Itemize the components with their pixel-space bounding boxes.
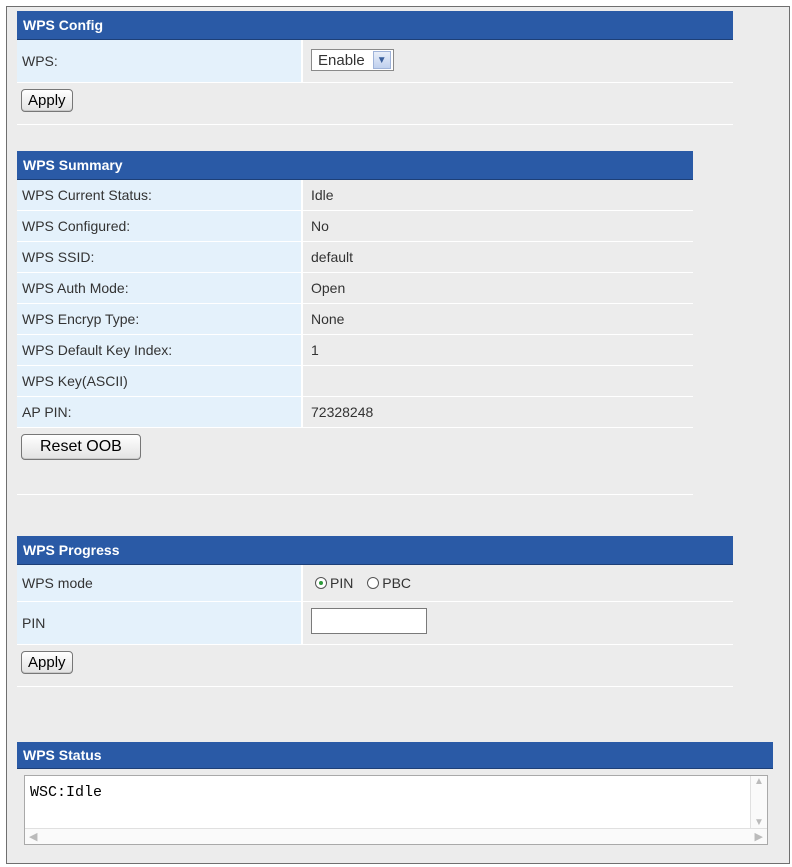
- arrow-right-icon[interactable]: ▶: [755, 830, 763, 843]
- wps-pin-label: PIN: [17, 602, 303, 644]
- wps-summary-row: AP PIN: 72328248: [17, 397, 693, 428]
- wps-enable-select-value: Enable: [318, 51, 365, 69]
- wps-summary-value: [303, 366, 693, 396]
- wps-summary-row: WPS Configured: No: [17, 211, 693, 242]
- wps-summary-value: default: [303, 242, 693, 272]
- wps-progress-apply-button[interactable]: Apply: [21, 651, 73, 674]
- wps-mode-label: WPS mode: [17, 565, 303, 601]
- wps-mode-row: WPS mode PIN PBC: [17, 565, 733, 602]
- wps-enable-row: WPS: Enable ▼: [17, 40, 733, 83]
- wps-mode-radio-pbc[interactable]: PBC: [367, 565, 411, 601]
- wps-progress-button-row: Apply: [17, 645, 733, 687]
- wps-settings-page: WPS Config WPS: Enable ▼ Apply WPS Summa…: [6, 6, 790, 864]
- horizontal-scrollbar[interactable]: ◀ ▶: [25, 828, 767, 844]
- wps-summary-value: None: [303, 304, 693, 334]
- wps-summary-label: WPS Auth Mode:: [17, 273, 303, 303]
- wps-mode-radio-pin[interactable]: PIN: [315, 565, 353, 601]
- wps-summary-row: WPS Auth Mode: Open: [17, 273, 693, 304]
- wps-pin-row: PIN: [17, 602, 733, 645]
- radio-selected-icon[interactable]: [315, 577, 327, 589]
- wps-summary-label: WPS Encryp Type:: [17, 304, 303, 334]
- wps-status-text: WSC:Idle: [30, 784, 103, 801]
- wps-pin-cell: [303, 602, 733, 644]
- wps-summary-value: 72328248: [303, 397, 693, 427]
- chevron-down-icon[interactable]: ▼: [372, 51, 391, 69]
- wps-summary-label: AP PIN:: [17, 397, 303, 427]
- arrow-up-icon[interactable]: ▲: [754, 776, 764, 787]
- wps-status-body: WSC:Idle ▲ ▼ ◀ ▶: [17, 769, 773, 856]
- wps-mode-pbc-label: PBC: [382, 575, 412, 591]
- wps-summary-panel: WPS Summary WPS Current Status: Idle WPS C…: [17, 151, 693, 495]
- wps-status-textarea[interactable]: WSC:Idle ▲ ▼ ◀ ▶: [24, 775, 768, 845]
- wps-summary-label: WPS Default Key Index:: [17, 335, 303, 365]
- wps-pin-input[interactable]: [311, 608, 427, 634]
- wps-summary-button-row: Reset OOB: [17, 428, 693, 495]
- wps-status-header: WPS Status: [17, 742, 773, 769]
- wps-summary-value: 1: [303, 335, 693, 365]
- wps-summary-row: WPS Current Status: Idle: [17, 180, 693, 211]
- wps-config-button-row: Apply: [17, 83, 733, 125]
- wps-summary-label: WPS Configured:: [17, 211, 303, 241]
- wps-mode-pin-label: PIN: [330, 575, 354, 591]
- wps-summary-header: WPS Summary: [17, 151, 693, 180]
- wps-enable-label: WPS:: [17, 40, 303, 82]
- wps-mode-cell: PIN PBC: [303, 565, 733, 601]
- radio-unselected-icon[interactable]: [367, 577, 380, 589]
- wps-status-panel: WPS Status WSC:Idle ▲ ▼ ◀ ▶: [17, 742, 773, 856]
- wps-summary-row: WPS Encryp Type: None: [17, 304, 693, 335]
- wps-summary-label: WPS Current Status:: [17, 180, 303, 210]
- wps-config-apply-button[interactable]: Apply: [21, 89, 73, 112]
- arrow-down-icon[interactable]: ▼: [754, 817, 764, 828]
- wps-summary-label: WPS Key(ASCII): [17, 366, 303, 396]
- wps-summary-value: Open: [303, 273, 693, 303]
- wps-config-header: WPS Config: [17, 11, 733, 40]
- arrow-left-icon[interactable]: ◀: [29, 830, 37, 843]
- wps-summary-row: WPS Default Key Index: 1: [17, 335, 693, 366]
- wps-progress-panel: WPS Progress WPS mode PIN PBC PIN Apply: [17, 536, 733, 687]
- wps-summary-value: No: [303, 211, 693, 241]
- wps-progress-header: WPS Progress: [17, 536, 733, 565]
- wps-enable-cell: Enable ▼: [303, 40, 733, 82]
- reset-oob-button[interactable]: Reset OOB: [21, 434, 141, 460]
- wps-config-panel: WPS Config WPS: Enable ▼ Apply: [17, 11, 733, 125]
- wps-summary-row: WPS Key(ASCII): [17, 366, 693, 397]
- wps-summary-value: Idle: [303, 180, 693, 210]
- wps-summary-rows: WPS Current Status: Idle WPS Configured: No…: [17, 180, 693, 428]
- vertical-scrollbar[interactable]: ▲ ▼: [750, 776, 767, 828]
- wps-enable-select[interactable]: Enable ▼: [311, 49, 394, 71]
- wps-summary-label: WPS SSID:: [17, 242, 303, 272]
- wps-summary-row: WPS SSID: default: [17, 242, 693, 273]
